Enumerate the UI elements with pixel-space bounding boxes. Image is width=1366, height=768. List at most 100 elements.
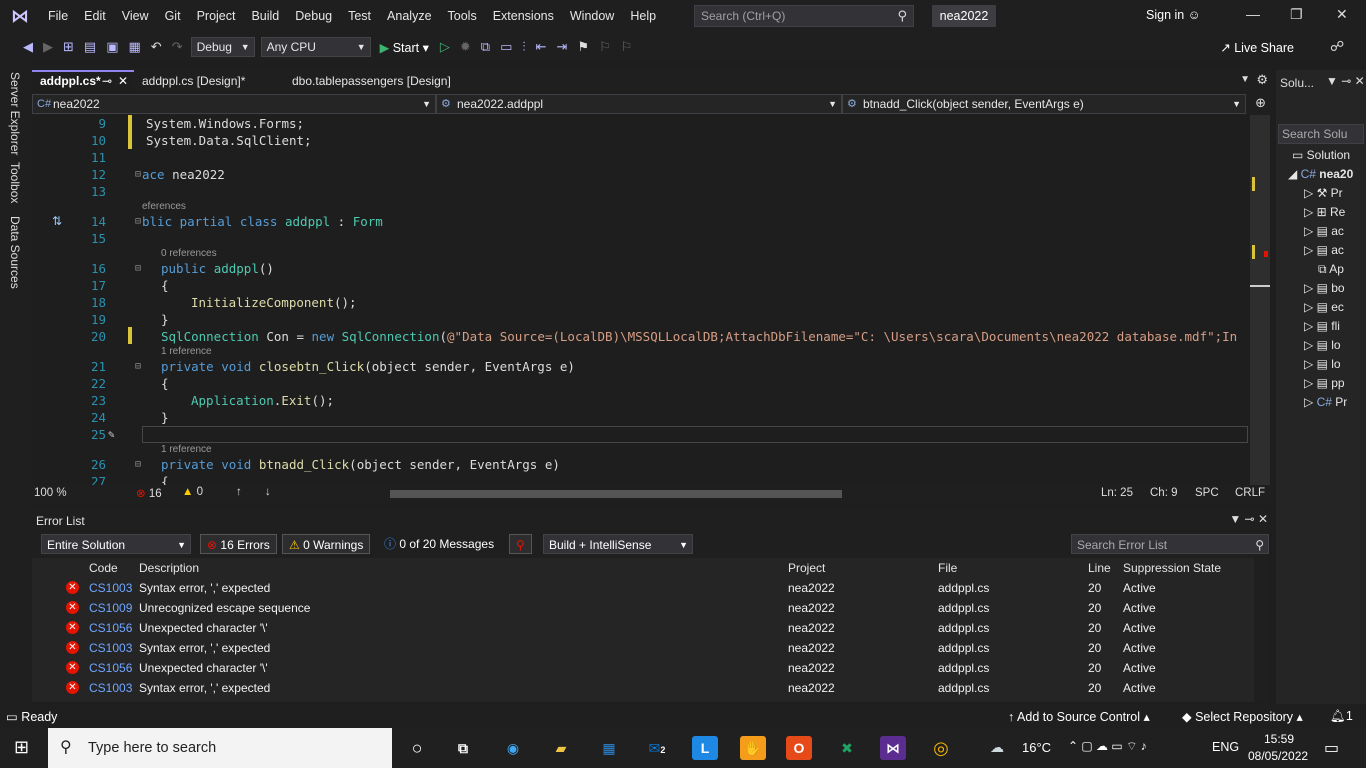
minimize-button[interactable]: —: [1246, 6, 1260, 22]
error-code[interactable]: CS1056: [89, 618, 132, 638]
chrome-icon[interactable]: ◎: [928, 736, 954, 760]
start-button[interactable]: ▶ Start ▾: [374, 40, 435, 55]
layout-icon[interactable]: ▭: [495, 39, 517, 55]
tree-item[interactable]: ▷ ⚒ Pr: [1304, 186, 1343, 200]
outdent-icon[interactable]: ⇥: [552, 39, 573, 55]
collapse-icon[interactable]: ⊟: [135, 456, 141, 473]
solution-explorer-icon[interactable]: ⧉: [476, 39, 495, 55]
member-select[interactable]: ⚙ btnadd_Click(object sender, EventArgs e…: [842, 94, 1246, 114]
menu-git[interactable]: Git: [157, 0, 189, 32]
collapse-icon[interactable]: ⊟: [135, 213, 141, 230]
filter-toggle-icon[interactable]: ⚲: [509, 534, 532, 554]
col-suppression-state[interactable]: Suppression State: [1123, 558, 1221, 578]
col-description[interactable]: Description: [139, 558, 199, 578]
open-folder-icon[interactable]: ▤: [79, 39, 101, 55]
live-share-button[interactable]: ↗ Live Share: [1220, 40, 1294, 55]
menu-view[interactable]: View: [114, 0, 157, 32]
project-node[interactable]: ◢ C# nea20: [1288, 167, 1353, 181]
split-icon[interactable]: ⊕: [1255, 95, 1266, 111]
toolbox-tab[interactable]: Toolbox: [8, 162, 22, 203]
close-window-button[interactable]: ✕: [1336, 6, 1348, 23]
codelens-references[interactable]: 0 references: [161, 248, 217, 259]
messages-filter-button[interactable]: ⓘ 0 of 20 Messages: [384, 534, 494, 554]
close-icon[interactable]: ✕: [118, 72, 128, 90]
next-issue-icon[interactable]: ↓: [265, 486, 271, 498]
server-explorer-tab[interactable]: Server Explorer: [8, 72, 22, 155]
visual-studio-icon[interactable]: ⋈: [880, 736, 906, 760]
tree-item[interactable]: ▷ ▤ lo: [1304, 357, 1341, 371]
col-code[interactable]: Code: [89, 558, 118, 578]
menu-extensions[interactable]: Extensions: [485, 0, 562, 32]
notifications-icon[interactable]: 🔔︎1: [1330, 709, 1353, 724]
tree-item[interactable]: ▷ ▤ ac: [1304, 243, 1344, 257]
error-code[interactable]: CS1003: [89, 638, 132, 658]
line-ending-indicator[interactable]: CRLF: [1235, 487, 1265, 499]
save-all-icon[interactable]: ▦: [124, 39, 146, 55]
menu-test[interactable]: Test: [340, 0, 379, 32]
windows-start-icon[interactable]: ⊞: [14, 737, 29, 758]
quick-actions-icon[interactable]: ✎: [108, 426, 115, 443]
tree-item[interactable]: ▷ ▤ pp: [1304, 376, 1345, 390]
panel-controls[interactable]: ▼ ⊸ ✕: [1229, 512, 1268, 526]
office-icon[interactable]: O: [786, 736, 812, 760]
menu-analyze[interactable]: Analyze: [379, 0, 439, 32]
undo-icon[interactable]: ↶: [146, 39, 167, 55]
table-row[interactable]: ✕ CS1056 Unexpected character '\' nea2022 ad…: [32, 618, 1254, 638]
edge-icon[interactable]: ◉: [500, 736, 526, 760]
tree-item[interactable]: ▷ ▤ lo: [1304, 338, 1341, 352]
col-file[interactable]: File: [938, 558, 957, 578]
taskbar-search-input[interactable]: ⚲ Type here to search: [48, 728, 392, 768]
spacing-indicator[interactable]: SPC: [1195, 487, 1219, 499]
menu-tools[interactable]: Tools: [440, 0, 485, 32]
collapse-icon[interactable]: ⊟: [135, 358, 141, 375]
platform-select[interactable]: Any CPU ▼: [260, 37, 371, 57]
menu-edit[interactable]: Edit: [76, 0, 114, 32]
previous-issue-icon[interactable]: ↑: [236, 486, 242, 498]
col-line[interactable]: Line: [1088, 558, 1111, 578]
menu-window[interactable]: Window: [562, 0, 622, 32]
menu-file[interactable]: File: [40, 0, 76, 32]
tab-addppl-design[interactable]: addppl.cs [Design]*: [134, 70, 284, 92]
cortana-icon[interactable]: ○: [404, 736, 430, 760]
collapse-icon[interactable]: ⊟: [135, 166, 141, 183]
maximize-button[interactable]: ❐: [1290, 6, 1303, 23]
table-row[interactable]: ✕ CS1003 Syntax error, ',' expected nea2022…: [32, 578, 1254, 598]
menu-help[interactable]: Help: [622, 0, 664, 32]
app-l-icon[interactable]: L: [692, 736, 718, 760]
excel-icon[interactable]: ✖: [834, 736, 860, 760]
zoom-level[interactable]: 100 %: [34, 487, 67, 499]
bookmark-prev-icon[interactable]: ⚐: [594, 39, 616, 55]
tree-item[interactable]: ▷ ▤ ac: [1304, 224, 1344, 238]
search-input[interactable]: Search (Ctrl+Q) ⚲: [694, 5, 914, 27]
tab-addppl-cs[interactable]: addppl.cs* ⊸ ✕: [32, 70, 134, 92]
tree-item[interactable]: ⧉ Ap: [1318, 262, 1344, 277]
codelens-references[interactable]: eferences: [142, 201, 186, 212]
sign-in-button[interactable]: Sign in ☺: [1146, 8, 1200, 22]
codelens-references[interactable]: 1 reference: [161, 444, 212, 455]
panel-controls[interactable]: ▼ ⊸ ✕: [1326, 74, 1365, 88]
task-view-icon[interactable]: ⧉: [450, 736, 476, 760]
codelens-references[interactable]: 1 reference: [161, 346, 212, 357]
language-indicator[interactable]: ENG: [1212, 740, 1239, 754]
warnings-filter-button[interactable]: ⚠ 0 Warnings: [282, 534, 371, 554]
build-filter-select[interactable]: Build + IntelliSense ▼: [543, 534, 693, 554]
code-editor[interactable]: 9 System.Windows.Forms; 10 System.Data.Sql…: [32, 115, 1252, 485]
table-row[interactable]: ✕ CS1003 Syntax error, ',' expected nea2022…: [32, 678, 1254, 698]
tab-overflow-icon[interactable]: ▼: [1240, 74, 1250, 85]
align-icon[interactable]: ⫶: [517, 39, 530, 55]
table-row[interactable]: ✕ CS1056 Unexpected character '\' nea2022 ad…: [32, 658, 1254, 678]
tree-item[interactable]: ▷ ▤ fli: [1304, 319, 1340, 333]
new-project-icon[interactable]: ⊞: [58, 39, 79, 55]
table-row[interactable]: ✕ CS1009 Unrecognized escape sequence nea20…: [32, 598, 1254, 618]
action-center-icon[interactable]: ▭: [1324, 738, 1339, 758]
class-select[interactable]: ⚙ nea2022.addppl ▼: [436, 94, 842, 114]
bookmark-icon[interactable]: ⚑: [572, 39, 594, 55]
solution-search-input[interactable]: Search Solu: [1278, 124, 1364, 144]
menu-build[interactable]: Build: [243, 0, 287, 32]
pin-icon[interactable]: ⊸: [102, 72, 112, 90]
scope-select[interactable]: Entire Solution ▼: [41, 534, 191, 554]
menu-project[interactable]: Project: [189, 0, 244, 32]
menu-debug[interactable]: Debug: [287, 0, 340, 32]
configuration-select[interactable]: Debug ▼: [190, 37, 255, 57]
table-row[interactable]: ✕ CS1003 Syntax error, ',' expected nea2022…: [32, 638, 1254, 658]
